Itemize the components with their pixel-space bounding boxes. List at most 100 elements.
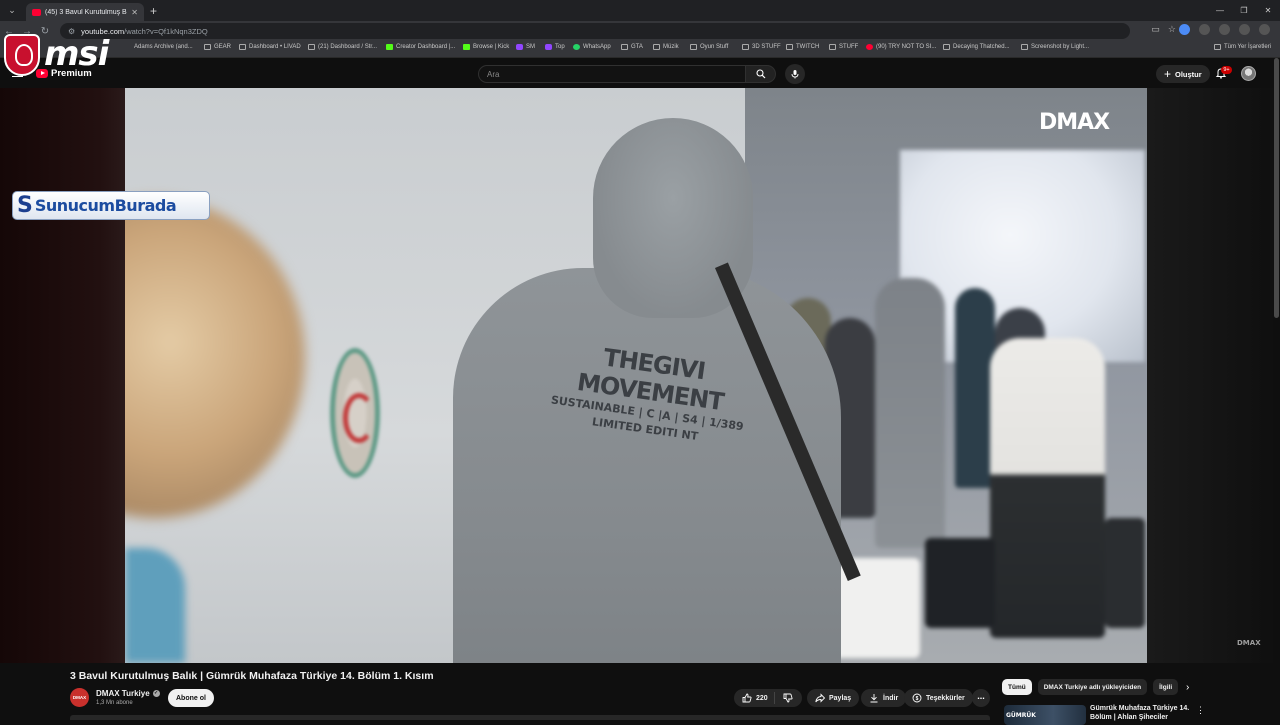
scrollbar-thumb[interactable]: [1274, 58, 1279, 318]
bookmark-label: Browse | Kick: [473, 44, 510, 50]
thanks-button[interactable]: $ Teşekkürler: [904, 689, 973, 707]
channel-name[interactable]: DMAX Turkiye ✓: [96, 689, 160, 698]
scene-person: [990, 338, 1105, 638]
bookmark-label: WhatsApp: [583, 44, 611, 50]
bookmark-item[interactable]: Browse | Kick: [463, 44, 509, 50]
recommendation-filter-chips: Tümü DMAX Turkiye adlı yükleyiciden İlgi…: [1002, 679, 1179, 695]
voice-search-button[interactable]: [785, 64, 805, 84]
folder-icon: [1214, 44, 1221, 50]
microphone-icon: [791, 70, 799, 79]
bookmark-item[interactable]: Top: [545, 44, 565, 50]
sponsor-logo-icon: S: [17, 192, 33, 218]
bookmark-item[interactable]: (90) TRY NOT TO SI...: [866, 44, 936, 50]
download-label: İndir: [883, 694, 899, 702]
chip-all[interactable]: Tümü: [1002, 679, 1032, 695]
bookmark-item[interactable]: Decaying Thatched...: [943, 44, 1010, 50]
browser-menu-icon[interactable]: [1259, 24, 1270, 35]
bookmark-label: Screenshot by Light...: [1031, 44, 1090, 50]
bookmark-item[interactable]: TWITCH: [786, 44, 819, 50]
bookmark-star-icon[interactable]: ☆: [1168, 24, 1176, 35]
kick-icon: [463, 44, 470, 50]
scene-suitcase: [925, 538, 995, 628]
twitch-icon: [545, 44, 552, 50]
bookmark-item[interactable]: GTA: [621, 44, 643, 50]
minimize-icon[interactable]: —: [1208, 6, 1232, 15]
hoodie-body: [453, 268, 841, 663]
bookmark-item[interactable]: STUFF: [829, 44, 858, 50]
all-bookmarks-button[interactable]: Tüm Yer İşaretleri: [1214, 44, 1271, 50]
channel-avatar[interactable]: DMAX: [70, 688, 89, 707]
restore-icon[interactable]: ❐: [1232, 6, 1256, 15]
recommendation-thumbnail[interactable]: GÜMRÜK: [1004, 705, 1086, 725]
search-button[interactable]: [746, 65, 776, 83]
msi-dragon-shield-icon: [4, 34, 40, 76]
bookmark-item[interactable]: Creator Dashboard |...: [386, 44, 455, 50]
bookmark-item[interactable]: SM: [516, 44, 535, 50]
bookmark-item[interactable]: Oyun Stuff: [690, 44, 728, 50]
share-button[interactable]: Paylaş: [807, 689, 860, 707]
bookmark-label: Tüm Yer İşaretleri: [1224, 44, 1272, 50]
youtube-header: Premium Ara + Oluştur: [0, 58, 1280, 88]
search-input[interactable]: Ara: [478, 65, 746, 83]
like-button[interactable]: 220: [734, 692, 775, 704]
bookmark-item[interactable]: Müzik: [653, 44, 679, 50]
download-button[interactable]: İndir: [861, 689, 907, 707]
bookmark-item[interactable]: 3D STUFF: [742, 44, 781, 50]
scene-blurred-shoulder: [125, 548, 185, 663]
video-player[interactable]: THEGIVI MOVEMENT SUSTAINABLE | C |A | S4…: [0, 88, 1280, 663]
bookmark-label: Creator Dashboard |...: [396, 44, 456, 50]
player-letterbox-left: [0, 88, 125, 663]
recommendation-title[interactable]: Gümrük Muhafaza Türkiye 14. Bölüm | Ahla…: [1090, 704, 1190, 722]
bookmark-item[interactable]: Adams Archive (and...: [134, 44, 193, 50]
create-button[interactable]: + Oluştur: [1156, 65, 1210, 83]
video-frame[interactable]: THEGIVI MOVEMENT SUSTAINABLE | C |A | S4…: [125, 88, 1147, 663]
bookmarks-bar: Adams Archive (and... GEAR Dashboard • L…: [0, 41, 1280, 58]
bookmark-item[interactable]: GEAR: [204, 44, 231, 50]
bookmark-favicon-icon: [1021, 44, 1028, 50]
tab-close-icon[interactable]: ✕: [131, 8, 138, 17]
bookmark-label: STUFF: [839, 44, 859, 50]
extensions-puzzle-icon[interactable]: [1199, 24, 1210, 35]
bookmark-label: 3D STUFF: [752, 44, 781, 50]
bookmark-label: Decaying Thatched...: [953, 44, 1010, 50]
recommendation-menu-icon[interactable]: ⋮: [1196, 705, 1205, 716]
description-box[interactable]: [70, 715, 990, 720]
channel-name-text[interactable]: DMAX Turkiye: [96, 689, 150, 698]
bookmark-favicon-icon: [239, 44, 246, 50]
more-actions-button[interactable]: ...: [972, 689, 990, 707]
subscribe-button[interactable]: Abone ol: [168, 689, 214, 707]
extension-icon[interactable]: [1179, 24, 1190, 35]
tab-search-button[interactable]: ⌄: [4, 3, 20, 19]
download-icon: [870, 694, 878, 703]
browser-tab[interactable]: (45) 3 Bavul Kurutulmuş Balık | ✕: [26, 3, 144, 21]
share-icon: [815, 693, 825, 703]
bookmark-item[interactable]: WhatsApp: [573, 44, 611, 50]
like-count: 220: [756, 694, 768, 702]
dislike-button[interactable]: [775, 693, 801, 703]
create-label: Oluştur: [1175, 69, 1202, 79]
reading-list-icon[interactable]: [1219, 24, 1230, 35]
bookmark-label: GEAR: [214, 44, 232, 50]
browser-tab-strip: ⌄ (45) 3 Bavul Kurutulmuş Balık | ✕ + — …: [0, 0, 1280, 21]
cast-icon[interactable]: ▭: [1151, 24, 1160, 35]
sponsor-overlay-text: SunucumBurada: [34, 196, 177, 215]
page-scrollbar[interactable]: [1273, 58, 1280, 720]
scene-person: [875, 278, 945, 548]
chevron-right-icon[interactable]: ›: [1186, 682, 1189, 693]
bookmark-item[interactable]: Screenshot by Light...: [1021, 44, 1089, 50]
close-window-icon[interactable]: ✕: [1256, 6, 1280, 15]
account-avatar[interactable]: [1241, 66, 1256, 81]
svg-text:$: $: [916, 696, 919, 702]
chip-related[interactable]: İlgili: [1153, 679, 1179, 695]
chip-from-uploader[interactable]: DMAX Turkiye adlı yükleyiciden: [1037, 679, 1148, 695]
profile-icon[interactable]: [1239, 24, 1250, 35]
bookmark-item[interactable]: (21) Dashboard / Str...: [308, 44, 377, 50]
bookmark-label: GTA: [631, 44, 643, 50]
folder-icon: [829, 44, 836, 50]
window-controls: — ❐ ✕: [1208, 0, 1280, 21]
plus-icon: +: [1164, 67, 1172, 81]
address-bar[interactable]: ⚙ youtube.com/watch?v=Qf1kNqn3ZDQ: [60, 23, 1130, 39]
new-tab-button[interactable]: +: [150, 4, 157, 18]
bookmark-item[interactable]: Dashboard • LIVAD: [239, 44, 301, 50]
bookmark-favicon-icon: [308, 44, 315, 50]
